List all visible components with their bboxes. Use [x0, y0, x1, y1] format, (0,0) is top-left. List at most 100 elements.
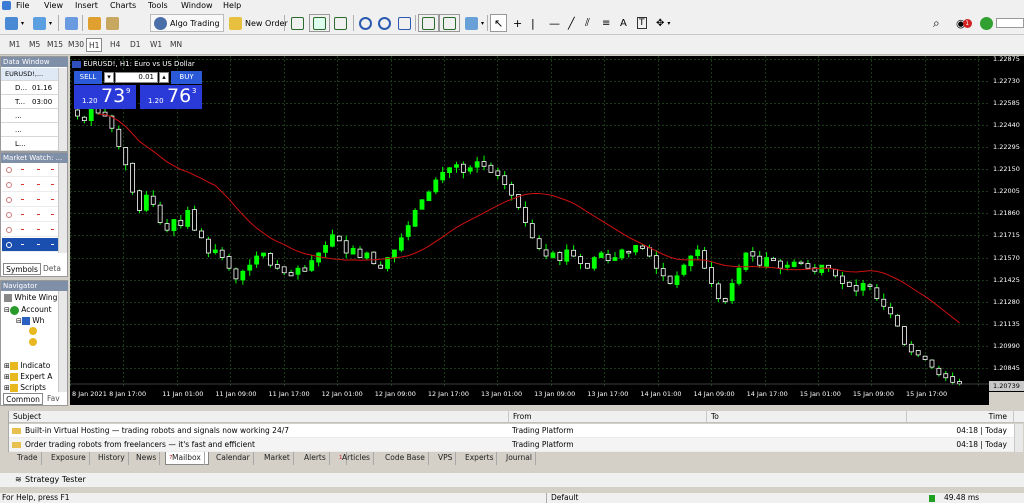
tab-articles[interactable]: Articles 1 [336, 452, 374, 465]
tab-symbols[interactable]: Symbols [3, 263, 41, 275]
zoom-in-button[interactable] [356, 14, 375, 32]
menu-file[interactable]: File [16, 0, 29, 11]
tab-common[interactable]: Common [3, 393, 43, 405]
trendline-button[interactable]: ╱ [565, 14, 578, 32]
nav-item-accounts[interactable]: ⊟ Account [4, 304, 52, 315]
tab-calendar[interactable]: Calendar [213, 452, 254, 465]
tf-w1[interactable]: W1 [148, 38, 164, 52]
cursor-button[interactable]: ↖ [490, 14, 508, 32]
strategy-tester-button[interactable] [103, 14, 122, 32]
metaeditor-button[interactable] [85, 14, 104, 32]
col-from[interactable]: From [509, 411, 707, 423]
tab-vps[interactable]: VPS [435, 452, 457, 465]
zoom-out-button[interactable] [375, 14, 394, 32]
indicators-button[interactable]: ▾ [462, 14, 487, 32]
candlestick-button[interactable] [309, 14, 330, 32]
data-window-scrollbar[interactable] [58, 68, 67, 151]
tf-m5[interactable]: M5 [27, 38, 42, 52]
tile-windows-button[interactable] [395, 14, 414, 32]
buy-price-box[interactable]: 1.20 76 3 [140, 85, 202, 109]
nav-item-scripts[interactable]: ⊞ Scripts [4, 382, 46, 393]
autoscroll-button[interactable] [418, 14, 439, 32]
col-time[interactable]: Time [907, 411, 1014, 423]
time-axis[interactable]: 8 Jan 2021 8 Jan 17:00 11 Jan 01:00 11 Jan … [70, 387, 989, 405]
shapes-button[interactable]: ✥ ▾ [653, 14, 673, 32]
tab-news[interactable]: News [133, 452, 161, 465]
tf-mn[interactable]: MN [168, 38, 184, 52]
menu-view[interactable]: View [44, 0, 63, 11]
nav-item-account[interactable]: ⊟ Wh [16, 315, 44, 326]
horizontal-line-button[interactable]: — [546, 14, 563, 32]
market-watch-scrollbar[interactable] [58, 163, 67, 253]
menu-charts[interactable]: Charts [110, 0, 136, 11]
line-chart-button[interactable] [331, 14, 350, 32]
tab-experts[interactable]: Experts [462, 452, 498, 465]
bar-chart-button[interactable] [288, 14, 307, 32]
tab-market[interactable]: Market [261, 452, 294, 465]
tf-m1[interactable]: M1 [7, 38, 22, 52]
vertical-line-button[interactable]: | [528, 14, 538, 32]
lot-decrease-button[interactable]: ▾ [104, 72, 114, 83]
account-button[interactable] [977, 14, 1024, 32]
tab-journal[interactable]: Journal [503, 452, 536, 465]
col-subject[interactable]: Subject [9, 411, 509, 423]
menu-help[interactable]: Help [223, 0, 241, 11]
market-watch-button[interactable] [62, 14, 81, 32]
tab-code-base[interactable]: Code Base [382, 452, 429, 465]
tab-exposure[interactable]: Exposure [48, 452, 90, 465]
menu-window[interactable]: Window [181, 0, 213, 11]
nav-item-experts[interactable]: ⊞ Expert A [4, 371, 52, 382]
nav-item-sub[interactable] [29, 338, 37, 349]
candle-body [764, 257, 769, 267]
profiles-button[interactable]: ▾ [30, 14, 55, 32]
market-watch-row[interactable] [2, 163, 58, 177]
tab-favorites[interactable]: Fav [47, 393, 67, 405]
market-watch-row[interactable] [2, 193, 58, 207]
notifications-button[interactable]: ◉ 1 [953, 14, 975, 32]
buy-button[interactable]: BUY [171, 71, 202, 84]
mail-row[interactable]: Built-in Virtual Hosting — trading robot… [9, 424, 1014, 438]
lot-increase-button[interactable]: ▴ [159, 72, 169, 83]
new-chart-button[interactable]: ▾ [2, 14, 27, 32]
mailbox-scrollbar[interactable] [1014, 424, 1023, 452]
chart-shift-button[interactable] [439, 14, 460, 32]
market-watch-row-selected[interactable] [2, 238, 58, 252]
navigator-scrollbar[interactable] [58, 291, 67, 392]
tab-trade[interactable]: Trade [14, 452, 42, 465]
tf-m30[interactable]: M30 [66, 38, 86, 52]
nav-item-root[interactable]: White Wing [4, 292, 57, 303]
channel-button[interactable]: ⫽ [582, 14, 593, 32]
market-watch-row[interactable] [2, 208, 58, 222]
sell-button[interactable]: SELL [74, 71, 102, 84]
search-button[interactable]: ⌕ [930, 14, 943, 32]
tab-mailbox[interactable]: Mailbox 7 [165, 452, 209, 465]
menu-tools[interactable]: Tools [148, 0, 168, 11]
market-watch-row[interactable] [2, 223, 58, 237]
col-to[interactable]: To [707, 411, 907, 423]
mail-row[interactable]: Order trading robots from freelancers — … [9, 438, 1014, 452]
tf-m15[interactable]: M15 [45, 38, 65, 52]
crosshair-button[interactable]: + [510, 14, 525, 32]
sell-price-box[interactable]: 1.20 73 9 [74, 85, 136, 109]
market-watch-row[interactable] [2, 178, 58, 192]
fibonacci-button[interactable]: ≡ [599, 14, 613, 32]
nav-item-sub[interactable] [29, 327, 37, 338]
tab-history[interactable]: History [95, 452, 129, 465]
candle-body [495, 170, 501, 176]
tf-d1[interactable]: D1 [128, 38, 143, 52]
strategy-tester-bar[interactable]: ≋ Strategy Tester [0, 473, 1024, 487]
algo-trading-button[interactable]: Algo Trading [150, 14, 224, 32]
price-axis[interactable]: 1.22875 1.22730 1.22585 1.22440 1.22295 1.221… [989, 55, 1024, 392]
tf-h4[interactable]: H4 [108, 38, 122, 52]
tab-alerts[interactable]: Alerts [301, 452, 330, 465]
time-tick-label: 12 Jan 09:00 [374, 390, 416, 398]
nav-item-indicators[interactable]: ⊞ Indicato [4, 360, 50, 371]
menu-insert[interactable]: Insert [75, 0, 98, 11]
new-order-button[interactable]: New Order [226, 14, 291, 32]
text-label-button[interactable]: T [634, 14, 650, 32]
price-chart[interactable] [70, 56, 989, 387]
lot-input[interactable]: 0.01 [115, 72, 158, 83]
tf-h1[interactable]: H1 [86, 38, 103, 52]
text-button[interactable]: A [617, 14, 630, 32]
tab-details[interactable]: Deta [43, 263, 67, 275]
